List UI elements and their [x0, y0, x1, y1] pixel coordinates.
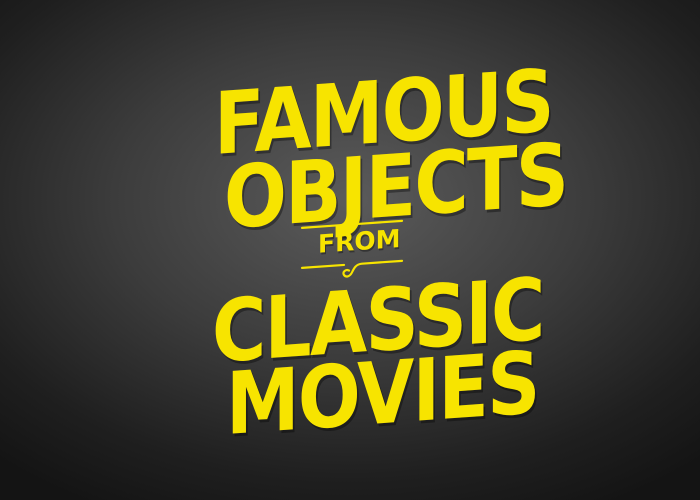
title-lockup: FAMOUS OBJECTS FROM CLASSIC MOVIES	[0, 0, 700, 500]
title-line-movies: MOVIES	[226, 333, 539, 455]
connector-word: FROM	[318, 223, 401, 259]
